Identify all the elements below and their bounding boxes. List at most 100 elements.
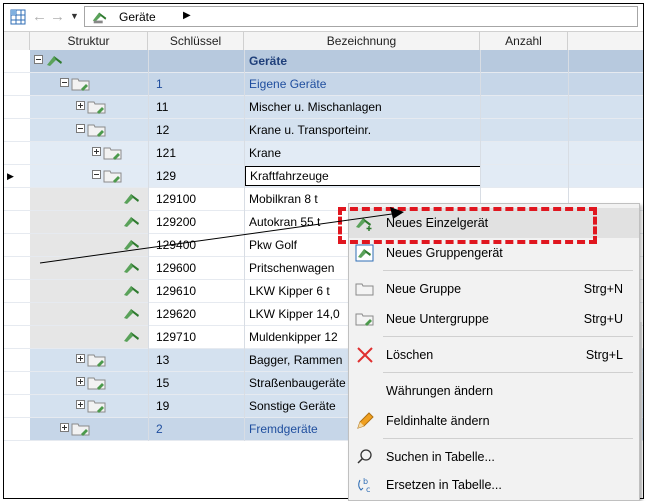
current-row-icon: ▶ [7,171,14,181]
header-bezeichnung[interactable]: Bezeichnung [244,32,480,50]
menu-item-neue-untergruppe[interactable]: Neue Untergruppe Strg+U [349,304,639,334]
key-cell[interactable]: 121 [148,142,244,164]
tree-cell[interactable] [30,372,148,394]
count-cell[interactable] [480,73,568,95]
folder-icon [87,101,106,114]
collapse-icon[interactable] [92,170,101,179]
expand-icon[interactable] [76,377,85,386]
table-header: Struktur Schlüssel Bezeichnung Anzahl [4,31,643,51]
key-cell[interactable]: 13 [148,349,244,371]
header-empty [568,32,643,50]
triangle-down-icon[interactable]: ▼ [70,11,79,21]
arrow-right-icon[interactable]: → [50,9,65,25]
key-cell[interactable]: 129600 [148,257,244,279]
key-cell[interactable]: 129100 [148,188,244,210]
name-edit-field[interactable]: Kraftfahrzeuge [245,166,485,186]
table-row[interactable]: 11 Mischer u. Mischanlagen [4,96,643,119]
folder-icon [87,354,106,367]
delete-x-icon [357,347,373,363]
name-cell[interactable]: Krane [244,142,480,164]
folder-icon [71,78,90,91]
arrow-left-icon[interactable]: ← [32,9,47,25]
svg-text:c: c [366,485,370,494]
tree-cell[interactable] [30,50,148,72]
grid-icon[interactable] [10,9,26,25]
tree-cell[interactable] [30,418,148,440]
tree-cell[interactable] [30,188,148,210]
name-cell[interactable]: Geräte [244,50,480,72]
key-cell[interactable]: 2 [148,418,244,440]
menu-item-feldinhalte-aendern[interactable]: Feldinhalte ändern [349,406,639,436]
name-cell[interactable]: Eigene Geräte [244,73,480,95]
menu-item-neue-gruppe[interactable]: Neue Gruppe Strg+N [349,274,639,304]
context-menu: Neues Einzelgerät Neues Gruppengerät Neu… [348,203,640,501]
tree-cell[interactable] [30,234,148,256]
menu-item-suchen[interactable]: Suchen in Tabelle... [349,442,639,472]
tree-cell[interactable] [30,257,148,279]
folder-icon [103,170,122,183]
folder-icon [103,147,122,160]
menu-item-loeschen[interactable]: Löschen Strg+L [349,340,639,370]
search-icon [357,449,372,464]
collapse-icon[interactable] [76,124,85,133]
expand-icon[interactable] [76,354,85,363]
key-cell[interactable]: 1 [148,73,244,95]
key-cell[interactable]: 129200 [148,211,244,233]
tree-cell[interactable] [30,142,148,164]
expand-icon[interactable] [92,147,101,156]
header-struktur[interactable]: Struktur [30,32,148,50]
expand-icon[interactable] [76,101,85,110]
key-cell[interactable]: 129620 [148,303,244,325]
name-edit-text[interactable]: Kraftfahrzeuge [250,169,329,183]
header-anzahl[interactable]: Anzahl [480,32,568,50]
crane-icon [92,12,107,24]
tree-cell[interactable] [30,96,148,118]
header-schluessel[interactable]: Schlüssel [148,32,244,50]
collapse-icon[interactable] [34,55,43,64]
collapse-icon[interactable] [60,78,69,87]
menu-item-waehrungen-aendern[interactable]: Währungen ändern [349,376,639,406]
tree-cell[interactable] [30,280,148,302]
name-cell[interactable]: Krane u. Transporteinr. [244,119,480,141]
menu-item-ersetzen[interactable]: b c Ersetzen in Tabelle... [349,470,639,500]
tree-cell[interactable] [30,395,148,417]
key-cell[interactable]: 129400 [148,234,244,256]
expand-icon[interactable] [60,423,69,432]
table-row[interactable]: 12 Krane u. Transporteinr. [4,119,643,142]
tree-cell[interactable] [30,326,148,348]
count-cell[interactable] [480,96,568,118]
table-row[interactable]: 1 Eigene Geräte [4,73,643,96]
breadcrumb[interactable]: Geräte ▶ [84,6,638,27]
count-cell[interactable] [480,165,568,187]
count-cell[interactable] [480,50,568,72]
expand-icon[interactable] [76,400,85,409]
key-cell[interactable]: 129710 [148,326,244,348]
tree-cell[interactable] [30,303,148,325]
table-row[interactable]: Geräte [4,50,643,73]
breadcrumb-arrow-icon[interactable]: ▶ [183,10,191,21]
highlight-annotation [338,207,597,244]
key-cell[interactable]: 129 [148,165,244,187]
name-cell[interactable]: Mischer u. Mischanlagen [244,96,480,118]
key-cell[interactable]: 19 [148,395,244,417]
breadcrumb-item[interactable]: Geräte [119,10,156,24]
crane-icon [47,56,62,66]
table-row[interactable]: 121 Krane [4,142,643,165]
key-cell[interactable] [148,50,244,72]
tree-cell[interactable] [30,119,148,141]
key-cell[interactable]: 11 [148,96,244,118]
tree-cell[interactable] [30,211,148,233]
count-cell[interactable] [480,119,568,141]
tree-cell[interactable] [30,165,148,187]
folder-icon [71,423,90,436]
count-cell[interactable] [480,142,568,164]
key-cell[interactable]: 15 [148,372,244,394]
crane-icon [124,332,139,342]
tree-cell[interactable] [30,73,148,95]
tree-cell[interactable] [30,349,148,371]
key-cell[interactable]: 129610 [148,280,244,302]
table-row-selected[interactable]: ▶ 129 Kraftfahrzeuge [4,165,643,188]
key-cell[interactable]: 12 [148,119,244,141]
toolbar: ← → ▼ Geräte ▶ [4,4,643,31]
crane-icon [124,217,139,227]
